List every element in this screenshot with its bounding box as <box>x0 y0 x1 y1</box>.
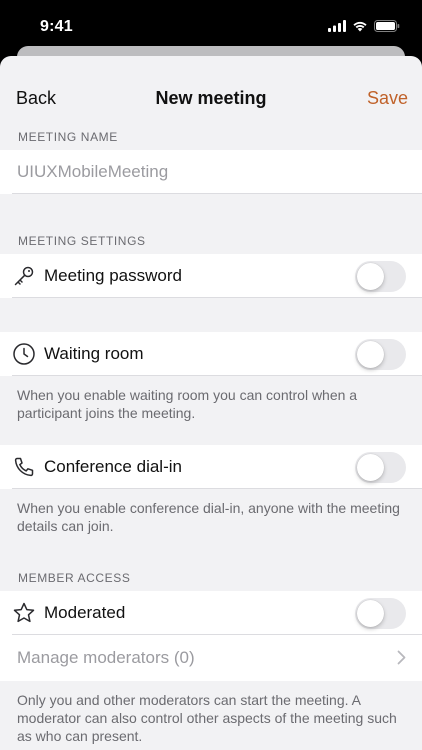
meeting-name-input[interactable] <box>17 162 397 182</box>
waiting-room-label: Waiting room <box>44 344 144 363</box>
conference-dial-in-row: Conference dial-in <box>0 445 422 489</box>
meeting-settings-header: MEETING SETTINGS <box>18 234 146 248</box>
conference-dial-in-label: Conference dial-in <box>44 457 182 476</box>
battery-icon <box>374 19 400 37</box>
conference-dial-in-toggle[interactable] <box>355 452 406 483</box>
divider <box>12 375 422 376</box>
toggle-knob <box>357 600 384 627</box>
star-icon <box>12 601 36 625</box>
member-access-note: Only you and other moderators can start … <box>17 692 397 744</box>
moderated-row: Moderated <box>0 591 422 635</box>
meeting-password-label: Meeting password <box>44 266 182 285</box>
status-time: 9:41 <box>40 18 73 35</box>
status-bar: 9:41 <box>0 0 422 50</box>
conference-dial-in-note: When you enable conference dial-in, anyo… <box>17 500 400 534</box>
key-icon <box>12 264 36 288</box>
waiting-room-note: When you enable waiting room you can con… <box>17 387 358 421</box>
meeting-name-row <box>0 150 422 194</box>
moderated-label: Moderated <box>44 603 126 622</box>
divider <box>12 488 422 489</box>
new-meeting-sheet: Back New meeting Save MEETING NAME MEETI… <box>0 56 422 750</box>
waiting-room-row: Waiting room <box>0 332 422 376</box>
member-access-header: MEMBER ACCESS <box>18 571 131 585</box>
toggle-knob <box>357 341 384 368</box>
navigation-bar: Back New meeting Save <box>0 56 422 126</box>
status-icons <box>328 19 400 37</box>
chevron-right-icon <box>397 650 406 670</box>
phone-icon <box>12 455 36 479</box>
toggle-knob <box>357 454 384 481</box>
meeting-name-header: MEETING NAME <box>18 130 118 144</box>
divider <box>12 193 422 194</box>
signal-icon <box>328 19 346 37</box>
meeting-password-row: Meeting password <box>0 254 422 298</box>
moderated-toggle[interactable] <box>355 598 406 629</box>
toggle-knob <box>357 263 384 290</box>
save-button[interactable]: Save <box>367 88 408 109</box>
meeting-password-toggle[interactable] <box>355 261 406 292</box>
wifi-icon <box>352 19 368 37</box>
divider <box>12 297 422 298</box>
manage-moderators-label: Manage moderators (0) <box>17 648 195 667</box>
page-title: New meeting <box>155 88 267 108</box>
waiting-room-toggle[interactable] <box>355 339 406 370</box>
manage-moderators-row[interactable]: Manage moderators (0) <box>0 635 422 681</box>
clock-icon <box>12 342 36 366</box>
